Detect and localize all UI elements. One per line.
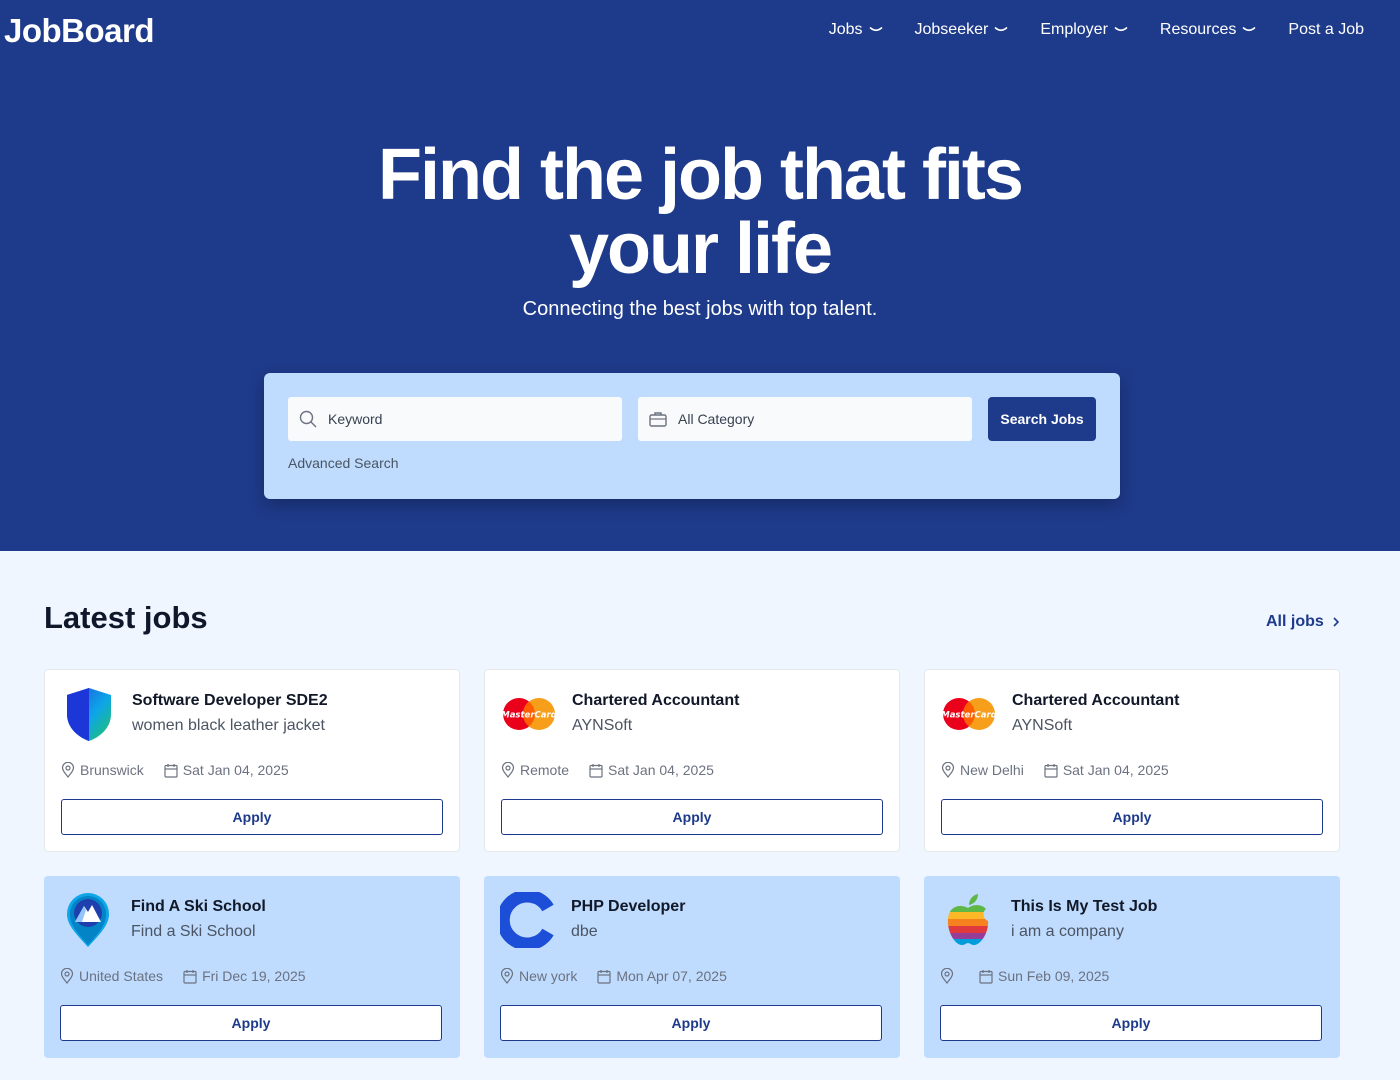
- job-meta: United States Fri Dec 19, 2025: [60, 968, 326, 984]
- nav-label: Post a Job: [1288, 21, 1364, 38]
- job-card[interactable]: MasterCard Chartered Accountant AYNSoft …: [924, 669, 1340, 852]
- shield-logo-icon: [61, 686, 117, 742]
- job-date: Sat Jan 04, 2025: [182, 762, 289, 778]
- site-logo[interactable]: JobBoard: [4, 12, 155, 50]
- latest-jobs-title: Latest jobs: [44, 600, 208, 635]
- job-meta: Sun Feb 09, 2025: [940, 968, 1129, 984]
- location-pin-icon: [60, 968, 74, 984]
- job-date: Mon Apr 07, 2025: [616, 968, 727, 984]
- company-name: women black leather jacket: [132, 717, 325, 734]
- nav-label: Employer: [1040, 21, 1108, 38]
- job-card-featured[interactable]: This Is My Test Job i am a company Sun F…: [924, 876, 1340, 1058]
- company-name: AYNSoft: [1012, 717, 1073, 734]
- svg-text:MasterCard: MasterCard: [501, 711, 557, 721]
- job-card[interactable]: MasterCard Chartered Accountant AYNSoft …: [484, 669, 900, 852]
- apply-button[interactable]: Apply: [61, 799, 443, 835]
- calendar-icon: [979, 969, 993, 984]
- calendar-icon: [1044, 763, 1058, 778]
- nav-jobseeker[interactable]: Jobseeker: [915, 21, 1009, 39]
- main-nav: Jobs Jobseeker Employer Resources Post a…: [829, 21, 1364, 39]
- job-meta: New Delhi Sat Jan 04, 2025: [941, 762, 1189, 778]
- nav-label: Jobs: [828, 21, 863, 38]
- chevron-down-icon: [994, 26, 1008, 32]
- location-pin-icon: [500, 968, 514, 984]
- nav-post-a-job[interactable]: Post a Job: [1288, 21, 1364, 39]
- job-date: Sun Feb 09, 2025: [998, 968, 1110, 984]
- category-select[interactable]: All Category: [638, 397, 972, 441]
- apply-button[interactable]: Apply: [941, 799, 1323, 835]
- job-location: New york: [519, 968, 578, 984]
- headline-line-2: your life: [568, 209, 833, 289]
- apple-rainbow-logo-icon: [940, 892, 996, 948]
- nav-label: Jobseeker: [914, 21, 989, 38]
- job-meta: Remote Sat Jan 04, 2025: [501, 762, 734, 778]
- location-pin-icon: [940, 968, 954, 984]
- search-jobs-button[interactable]: Search Jobs: [988, 397, 1096, 441]
- job-title[interactable]: Chartered Accountant: [1012, 692, 1179, 710]
- location-pin-icon: [61, 762, 75, 778]
- company-name: dbe: [571, 923, 598, 940]
- job-location: Brunswick: [80, 762, 144, 778]
- advanced-search-link[interactable]: Advanced Search: [288, 455, 399, 471]
- calendar-icon: [183, 969, 197, 984]
- all-jobs-label: All jobs: [1266, 613, 1324, 630]
- job-meta: New york Mon Apr 07, 2025: [500, 968, 747, 984]
- job-title[interactable]: Find A Ski School: [131, 898, 266, 916]
- nav-label: Resources: [1159, 21, 1237, 38]
- apply-button[interactable]: Apply: [940, 1005, 1322, 1041]
- company-name: i am a company: [1011, 923, 1124, 940]
- all-jobs-link[interactable]: All jobs: [1266, 613, 1340, 631]
- hero-headline: Find the job that fits your life: [0, 138, 1400, 286]
- job-card-featured[interactable]: PHP Developer dbe New york Mon Apr 07, 2…: [484, 876, 900, 1058]
- job-title[interactable]: Chartered Accountant: [572, 692, 739, 710]
- category-value: All Category: [678, 411, 755, 427]
- company-name: Find a Ski School: [131, 923, 256, 940]
- briefcase-icon: [649, 412, 667, 427]
- job-card[interactable]: Software Developer SDE2 women black leat…: [44, 669, 460, 852]
- svg-text:MasterCard: MasterCard: [941, 711, 997, 721]
- nav-jobs[interactable]: Jobs: [829, 21, 883, 39]
- job-date: Fri Dec 19, 2025: [202, 968, 306, 984]
- apply-button[interactable]: Apply: [500, 1005, 882, 1041]
- mastercard-logo-icon: MasterCard: [941, 686, 997, 742]
- company-name: AYNSoft: [572, 717, 633, 734]
- mastercard-logo-icon: MasterCard: [501, 686, 557, 742]
- keyword-input[interactable]: Keyword: [288, 397, 622, 441]
- job-meta: Brunswick Sat Jan 04, 2025: [61, 762, 309, 778]
- job-title[interactable]: Software Developer SDE2: [132, 692, 328, 710]
- location-pin-icon: [501, 762, 515, 778]
- hero-subheadline: Connecting the best jobs with top talent…: [522, 298, 878, 320]
- job-title[interactable]: PHP Developer: [571, 898, 685, 916]
- location-pin-icon: [941, 762, 955, 778]
- apply-button[interactable]: Apply: [501, 799, 883, 835]
- job-card-featured[interactable]: Find A Ski School Find a Ski School Unit…: [44, 876, 460, 1058]
- job-date: Sat Jan 04, 2025: [1062, 762, 1169, 778]
- nav-resources[interactable]: Resources: [1160, 21, 1256, 39]
- mountain-pin-logo-icon: [60, 892, 116, 948]
- job-location: United States: [79, 968, 164, 984]
- calendar-icon: [597, 969, 611, 984]
- apply-button[interactable]: Apply: [60, 1005, 442, 1041]
- headline-line-1: Find the job that fits: [378, 135, 1024, 215]
- job-location: Remote: [520, 762, 570, 778]
- search-panel: Keyword All Category Search Jobs Advance…: [264, 373, 1120, 499]
- nav-employer[interactable]: Employer: [1040, 21, 1128, 39]
- calendar-icon: [164, 763, 178, 778]
- c-letter-logo-icon: [500, 892, 556, 948]
- chevron-down-icon: [1242, 26, 1256, 32]
- calendar-icon: [589, 763, 603, 778]
- chevron-down-icon: [1114, 26, 1128, 32]
- chevron-down-icon: [868, 26, 883, 32]
- search-icon: [299, 410, 317, 428]
- keyword-placeholder: Keyword: [328, 411, 383, 427]
- job-date: Sat Jan 04, 2025: [608, 762, 714, 778]
- job-title[interactable]: This Is My Test Job: [1011, 898, 1157, 916]
- chevron-right-icon: [1333, 617, 1339, 627]
- job-location: New Delhi: [960, 762, 1024, 778]
- hero-section: JobBoard Jobs Jobseeker Employer Resourc…: [0, 0, 1400, 551]
